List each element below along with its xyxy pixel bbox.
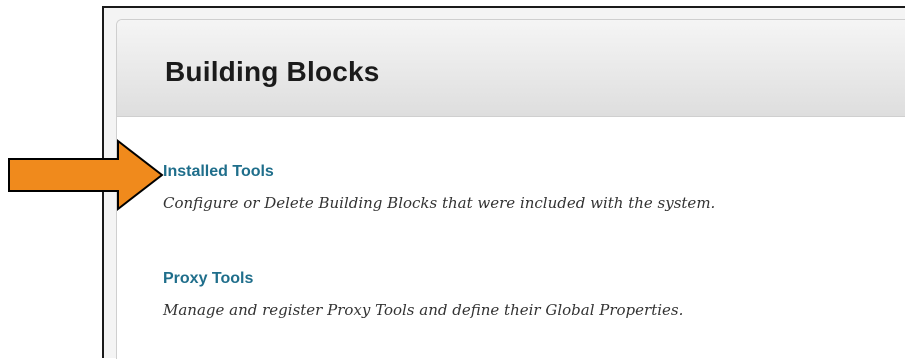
installed-tools-link[interactable]: Installed Tools [163,163,274,181]
arrow-shape [8,138,164,212]
building-blocks-panel: Building Blocks Installed Tools Configur… [116,19,905,359]
installed-tools-description: Configure or Delete Building Blocks that… [163,194,716,212]
panel-header: Building Blocks [117,20,905,117]
page-title: Building Blocks [165,56,380,87]
arrow-right-icon [8,138,164,212]
proxy-tools-link[interactable]: Proxy Tools [163,270,253,288]
proxy-tools-description: Manage and register Proxy Tools and defi… [163,301,684,319]
